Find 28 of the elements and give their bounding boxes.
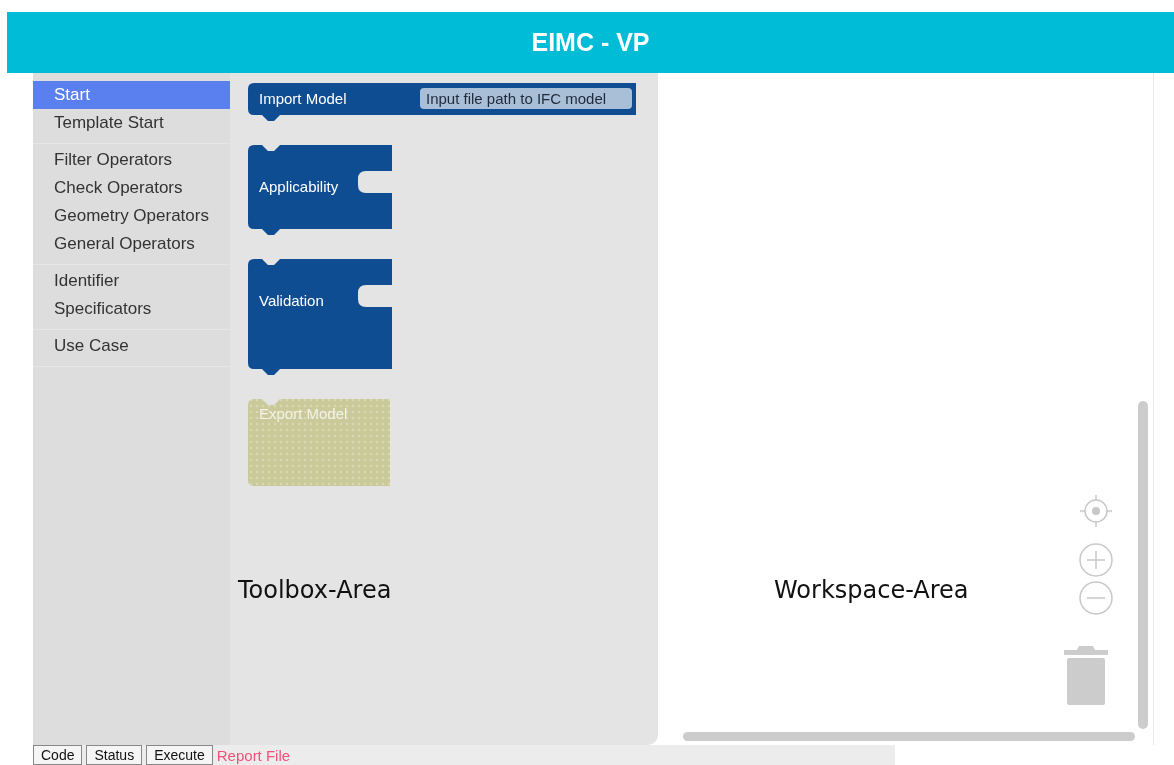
app-title: EIMC - VP (531, 28, 650, 57)
block-label: Import Model (259, 90, 347, 107)
trash-icon[interactable] (1062, 644, 1110, 706)
area-annotation: Workspace-Area (774, 576, 969, 604)
area-annotation: Toolbox-Area (238, 576, 392, 604)
footer-button[interactable]: Status (86, 745, 143, 765)
recenter-icon[interactable] (1078, 493, 1114, 529)
category-item[interactable]: Filter Operators (33, 146, 230, 174)
category-item[interactable]: Start (33, 81, 230, 109)
category-item[interactable]: Use Case (33, 332, 230, 360)
category-item[interactable]: Geometry Operators (33, 202, 230, 230)
block-label: Export Model (259, 405, 348, 422)
category-item[interactable]: Specificators (33, 295, 230, 323)
vertical-scrollbar[interactable] (1138, 401, 1148, 729)
input-field[interactable]: Input file path to IFC model (420, 88, 632, 109)
zoom-out-icon[interactable] (1078, 580, 1114, 616)
footer-button[interactable]: Execute (146, 745, 213, 765)
category-item[interactable]: Check Operators (33, 174, 230, 202)
horizontal-scrollbar[interactable] (683, 732, 1135, 741)
category-item[interactable]: General Operators (33, 230, 230, 258)
zoom-in-icon[interactable] (1078, 542, 1114, 578)
footer-button[interactable]: Code (33, 745, 83, 765)
block-label: Validation (259, 292, 324, 309)
block[interactable] (248, 259, 392, 375)
category-item[interactable]: Template Start (33, 109, 230, 137)
block-label: Applicability (259, 178, 339, 195)
block[interactable] (248, 145, 392, 235)
category-item[interactable]: Identifier (33, 267, 230, 295)
